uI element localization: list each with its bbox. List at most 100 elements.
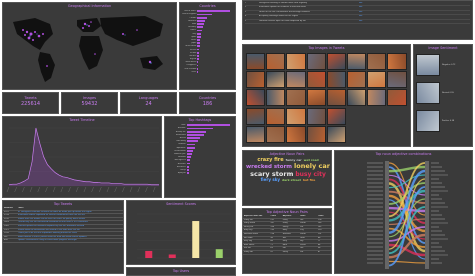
tweet-timeline-chart[interactable]	[5, 124, 161, 198]
table-cell: busy	[282, 229, 288, 232]
tweet-text[interactable]: Thank you to all the first responders wo…	[17, 232, 123, 235]
wordcloud-word[interactable]: dark street	[282, 178, 301, 182]
wordcloud-word[interactable]: fiery sky	[261, 177, 280, 182]
hashtag-label: #help	[180, 168, 186, 171]
tweet-image-thumbnail[interactable]	[246, 53, 266, 70]
combos-panel: Top noun adjective combinations	[334, 150, 473, 274]
list-item-rank: 2	[245, 6, 247, 9]
tweet-image-thumbnail[interactable]	[246, 89, 266, 107]
list-item-link[interactable]: link	[359, 15, 470, 18]
hashtag-bar	[186, 162, 190, 165]
hashtag-row[interactable]: #prayfor	[167, 172, 233, 175]
hashtag-label: #california	[176, 133, 186, 136]
table-cell: 63	[270, 247, 273, 250]
timeline-tick	[53, 186, 56, 193]
tweet-image-thumbnail[interactable]	[286, 107, 306, 125]
table-cell: 71	[270, 243, 273, 246]
tweet-image-thumbnail[interactable]	[266, 53, 286, 70]
image-sentiment-item[interactable]: Positive 0.38	[414, 107, 472, 135]
country-bar	[197, 10, 231, 13]
tweet-text[interactable]: Evacuation orders expanded for several c…	[17, 214, 123, 217]
tweet-image-thumbnail[interactable]	[387, 89, 407, 107]
tweet-image-thumbnail[interactable]	[306, 71, 326, 89]
tweet-text[interactable]: Photos show the devastation left behind …	[17, 229, 123, 232]
tweet-image-thumbnail[interactable]	[306, 107, 326, 125]
table-cell: 139	[270, 229, 274, 232]
tweet-text[interactable]: Smoke from the wildfire can be seen for …	[17, 218, 123, 221]
hashtag-label: #smoke	[178, 143, 186, 146]
timeline-title: Tweet Timeline	[69, 118, 95, 122]
stat-tweets-value: 225614	[20, 101, 41, 107]
wordcloud-word[interactable]: crazy fire	[257, 158, 283, 163]
tweet-image-thumbnail[interactable]	[367, 53, 387, 70]
tweet-image-thumbnail[interactable]	[306, 89, 326, 107]
tweet-image-thumbnail[interactable]	[347, 89, 367, 107]
wordcloud-word[interactable]: lonely car	[294, 163, 330, 170]
image-sentiment-label: Neutral 0.55	[442, 91, 454, 94]
tweet-text[interactable]: Road closures in effect, please avoid th…	[17, 236, 123, 239]
tweet-text[interactable]: RT Firefighters continue to battle the b…	[17, 211, 123, 214]
tweet-retweets: 854	[4, 239, 8, 242]
tweet-image-thumbnail[interactable]	[367, 89, 387, 107]
country-bar	[197, 23, 204, 25]
tweet-image-thumbnail[interactable]	[286, 125, 306, 143]
tweet-image-thumbnail[interactable]	[326, 107, 346, 125]
countries-panel: Countries United States United Kingdom Can…	[179, 2, 236, 90]
list-item-link[interactable]: link	[359, 6, 470, 9]
table-row[interactable]: funny car 52 funny car 47	[243, 251, 331, 255]
country-bar	[197, 32, 202, 35]
tweet-image-thumbnail[interactable]	[286, 89, 306, 107]
tweet-image-thumbnail[interactable]	[326, 71, 346, 89]
tweet-image-thumbnail[interactable]	[266, 71, 286, 89]
tweet-image-thumbnail[interactable]	[326, 125, 346, 143]
image-sentiment-item[interactable]: Negative 0.72	[414, 51, 472, 79]
tweet-image-thumbnail[interactable]	[286, 53, 306, 70]
tweet-image-thumbnail[interactable]	[326, 53, 346, 70]
tweet-image-thumbnail[interactable]	[367, 71, 387, 89]
tweet-image-thumbnail[interactable]	[286, 71, 306, 89]
country-bar	[197, 58, 199, 60]
hashtag-bar	[186, 133, 204, 136]
list-item-rank: 4	[245, 15, 247, 18]
list-item[interactable]: 5 Donation centers open for those displac…	[245, 20, 470, 25]
tweet-image-thumbnail[interactable]	[387, 71, 407, 89]
tweet-image-thumbnail[interactable]	[266, 89, 286, 107]
country-row[interactable]: Other	[182, 71, 233, 74]
combinations-parallel-chart[interactable]	[337, 159, 472, 273]
tweet-text[interactable]: Officials say the fire has burned thousa…	[17, 221, 123, 224]
tweet-text[interactable]: Shelters opened for residents displaced …	[17, 225, 123, 228]
tweet-image-thumbnail[interactable]	[347, 71, 367, 89]
list-item-link[interactable]: link	[359, 11, 470, 14]
hashtag-label: #climate	[177, 162, 186, 165]
hashtag-bar	[186, 172, 189, 174]
tweet-image-thumbnail[interactable]	[246, 71, 266, 89]
list-item-text: Latest on the fire: containment and acre…	[259, 10, 310, 13]
tweet-image-thumbnail[interactable]	[266, 107, 286, 125]
image-sentiment-item[interactable]: Neutral 0.55	[414, 79, 472, 107]
country-bar	[197, 39, 201, 41]
table-cell: fiery	[282, 240, 287, 243]
list-item-link[interactable]: link	[359, 2, 470, 5]
tweet-image-thumbnail[interactable]	[266, 125, 286, 143]
wordcloud-word[interactable]: hot fire	[303, 178, 315, 182]
tweet-image-thumbnail[interactable]	[246, 107, 266, 125]
tweet-text[interactable]: Update: containment rising as crews make…	[17, 239, 123, 242]
tweet-image-thumbnail[interactable]	[306, 125, 326, 143]
table-cell: 187	[270, 222, 274, 225]
table-cell: 64	[317, 243, 321, 246]
top-list-panel: 1 Firefighters working to contain blaze n…	[242, 0, 473, 40]
world-map[interactable]	[5, 10, 175, 88]
country-label: United States	[184, 10, 197, 13]
table-row[interactable]: 854 Update: containment rising as crews m…	[3, 239, 123, 243]
tweet-image-thumbnail[interactable]	[326, 89, 346, 107]
table-cell: 118	[270, 232, 274, 235]
list-item-link[interactable]: link	[359, 20, 470, 23]
tweet-image-thumbnail[interactable]	[246, 125, 266, 143]
tweet-image-thumbnail[interactable]	[387, 53, 407, 70]
tweet-image-thumbnail[interactable]	[306, 53, 326, 70]
sentiment-chart[interactable]	[129, 208, 235, 264]
table-cell: 88	[317, 236, 321, 239]
tweet-image-thumbnail[interactable]	[347, 53, 367, 70]
images-title: Top Images in Tweets	[308, 46, 345, 50]
wordcloud-word[interactable]: busy city	[295, 171, 326, 178]
